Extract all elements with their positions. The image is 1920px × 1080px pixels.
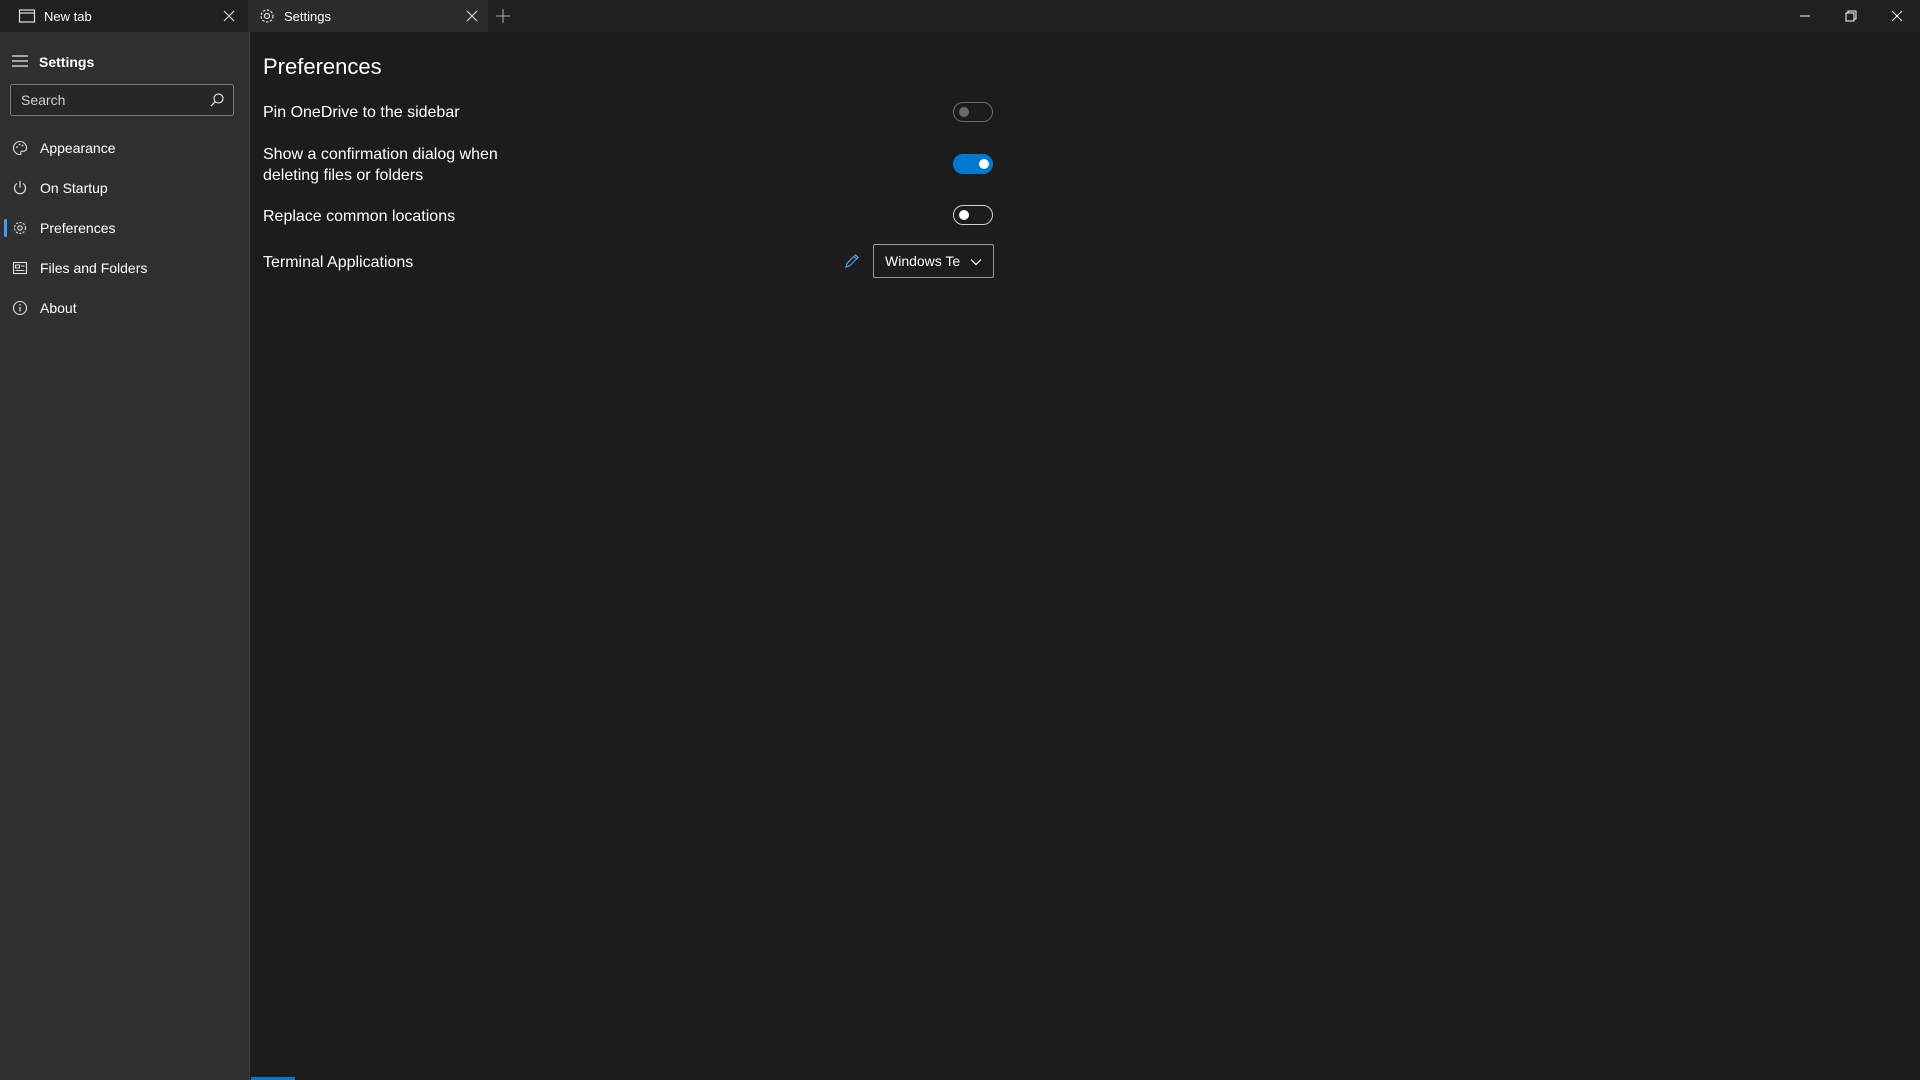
tab-label: Settings [284, 9, 331, 24]
sidebar-item-files-and-folders[interactable]: Files and Folders [0, 250, 250, 286]
sidebar-item-label: Appearance [40, 140, 116, 156]
close-icon [1891, 10, 1903, 22]
pencil-edit-icon[interactable] [843, 252, 861, 270]
sidebar-item-label: Files and Folders [40, 260, 148, 276]
setting-label-terminal-applications: Terminal Applications [263, 254, 414, 271]
restore-icon [1845, 10, 1857, 22]
tab-label: New tab [44, 9, 92, 24]
folder-list-icon [12, 261, 28, 275]
hamburger-menu-icon[interactable] [11, 53, 29, 69]
close-tab-icon[interactable] [464, 8, 480, 24]
terminal-applications-dropdown[interactable]: Windows Terminal [873, 244, 994, 278]
tab-new-tab[interactable]: New tab [0, 0, 245, 32]
sidebar-item-label: On Startup [40, 180, 108, 196]
chevron-down-icon [970, 259, 982, 266]
tab-settings[interactable]: Settings [248, 0, 488, 32]
palette-icon [12, 140, 28, 156]
toggle-knob [979, 159, 989, 169]
gear-icon [13, 221, 27, 235]
sidebar: Settings Appearance On Startup Preferenc [0, 32, 250, 1080]
power-icon [13, 181, 27, 195]
sidebar-item-label: Preferences [40, 220, 116, 236]
info-icon [12, 300, 28, 316]
new-tab-plus-icon[interactable] [494, 7, 512, 25]
main-content: Preferences Pin OneDrive to the sidebar … [251, 32, 1920, 1080]
pin-onedrive-toggle[interactable] [953, 102, 993, 122]
setting-label-confirmation-dialog: Show a confirmation dialog when deleting… [263, 144, 498, 186]
minimize-icon [1800, 15, 1810, 17]
selection-indicator [4, 219, 7, 237]
toggle-knob [959, 107, 969, 117]
setting-label-replace-common-locations: Replace common locations [263, 208, 456, 225]
setting-label-line: deleting files or folders [263, 167, 424, 184]
page-title: Preferences [263, 54, 382, 79]
dropdown-selected-value: Windows Terminal [885, 253, 961, 269]
sidebar-item-appearance[interactable]: Appearance [0, 130, 250, 166]
minimize-button[interactable] [1782, 0, 1828, 32]
gear-icon [260, 9, 274, 23]
sidebar-title: Settings [39, 54, 95, 70]
search-box[interactable] [10, 84, 234, 116]
replace-common-locations-toggle[interactable] [953, 205, 993, 225]
restore-button[interactable] [1828, 0, 1874, 32]
setting-label-pin-onedrive: Pin OneDrive to the sidebar [263, 104, 460, 121]
setting-label-line: Show a confirmation dialog when [263, 146, 498, 163]
sidebar-item-label: About [40, 300, 77, 316]
window-icon [18, 9, 36, 23]
toggle-knob [959, 210, 969, 220]
sidebar-item-on-startup[interactable]: On Startup [0, 170, 250, 206]
sidebar-header: Settings [0, 46, 250, 76]
sidebar-item-preferences[interactable]: Preferences [0, 210, 250, 246]
close-window-button[interactable] [1874, 0, 1920, 32]
title-bar: New tab Settings [0, 0, 1920, 32]
search-input[interactable] [11, 85, 201, 115]
search-icon[interactable] [209, 92, 225, 108]
close-tab-icon[interactable] [221, 8, 237, 24]
sidebar-item-about[interactable]: About [0, 290, 250, 326]
confirmation-dialog-toggle[interactable] [953, 154, 993, 174]
